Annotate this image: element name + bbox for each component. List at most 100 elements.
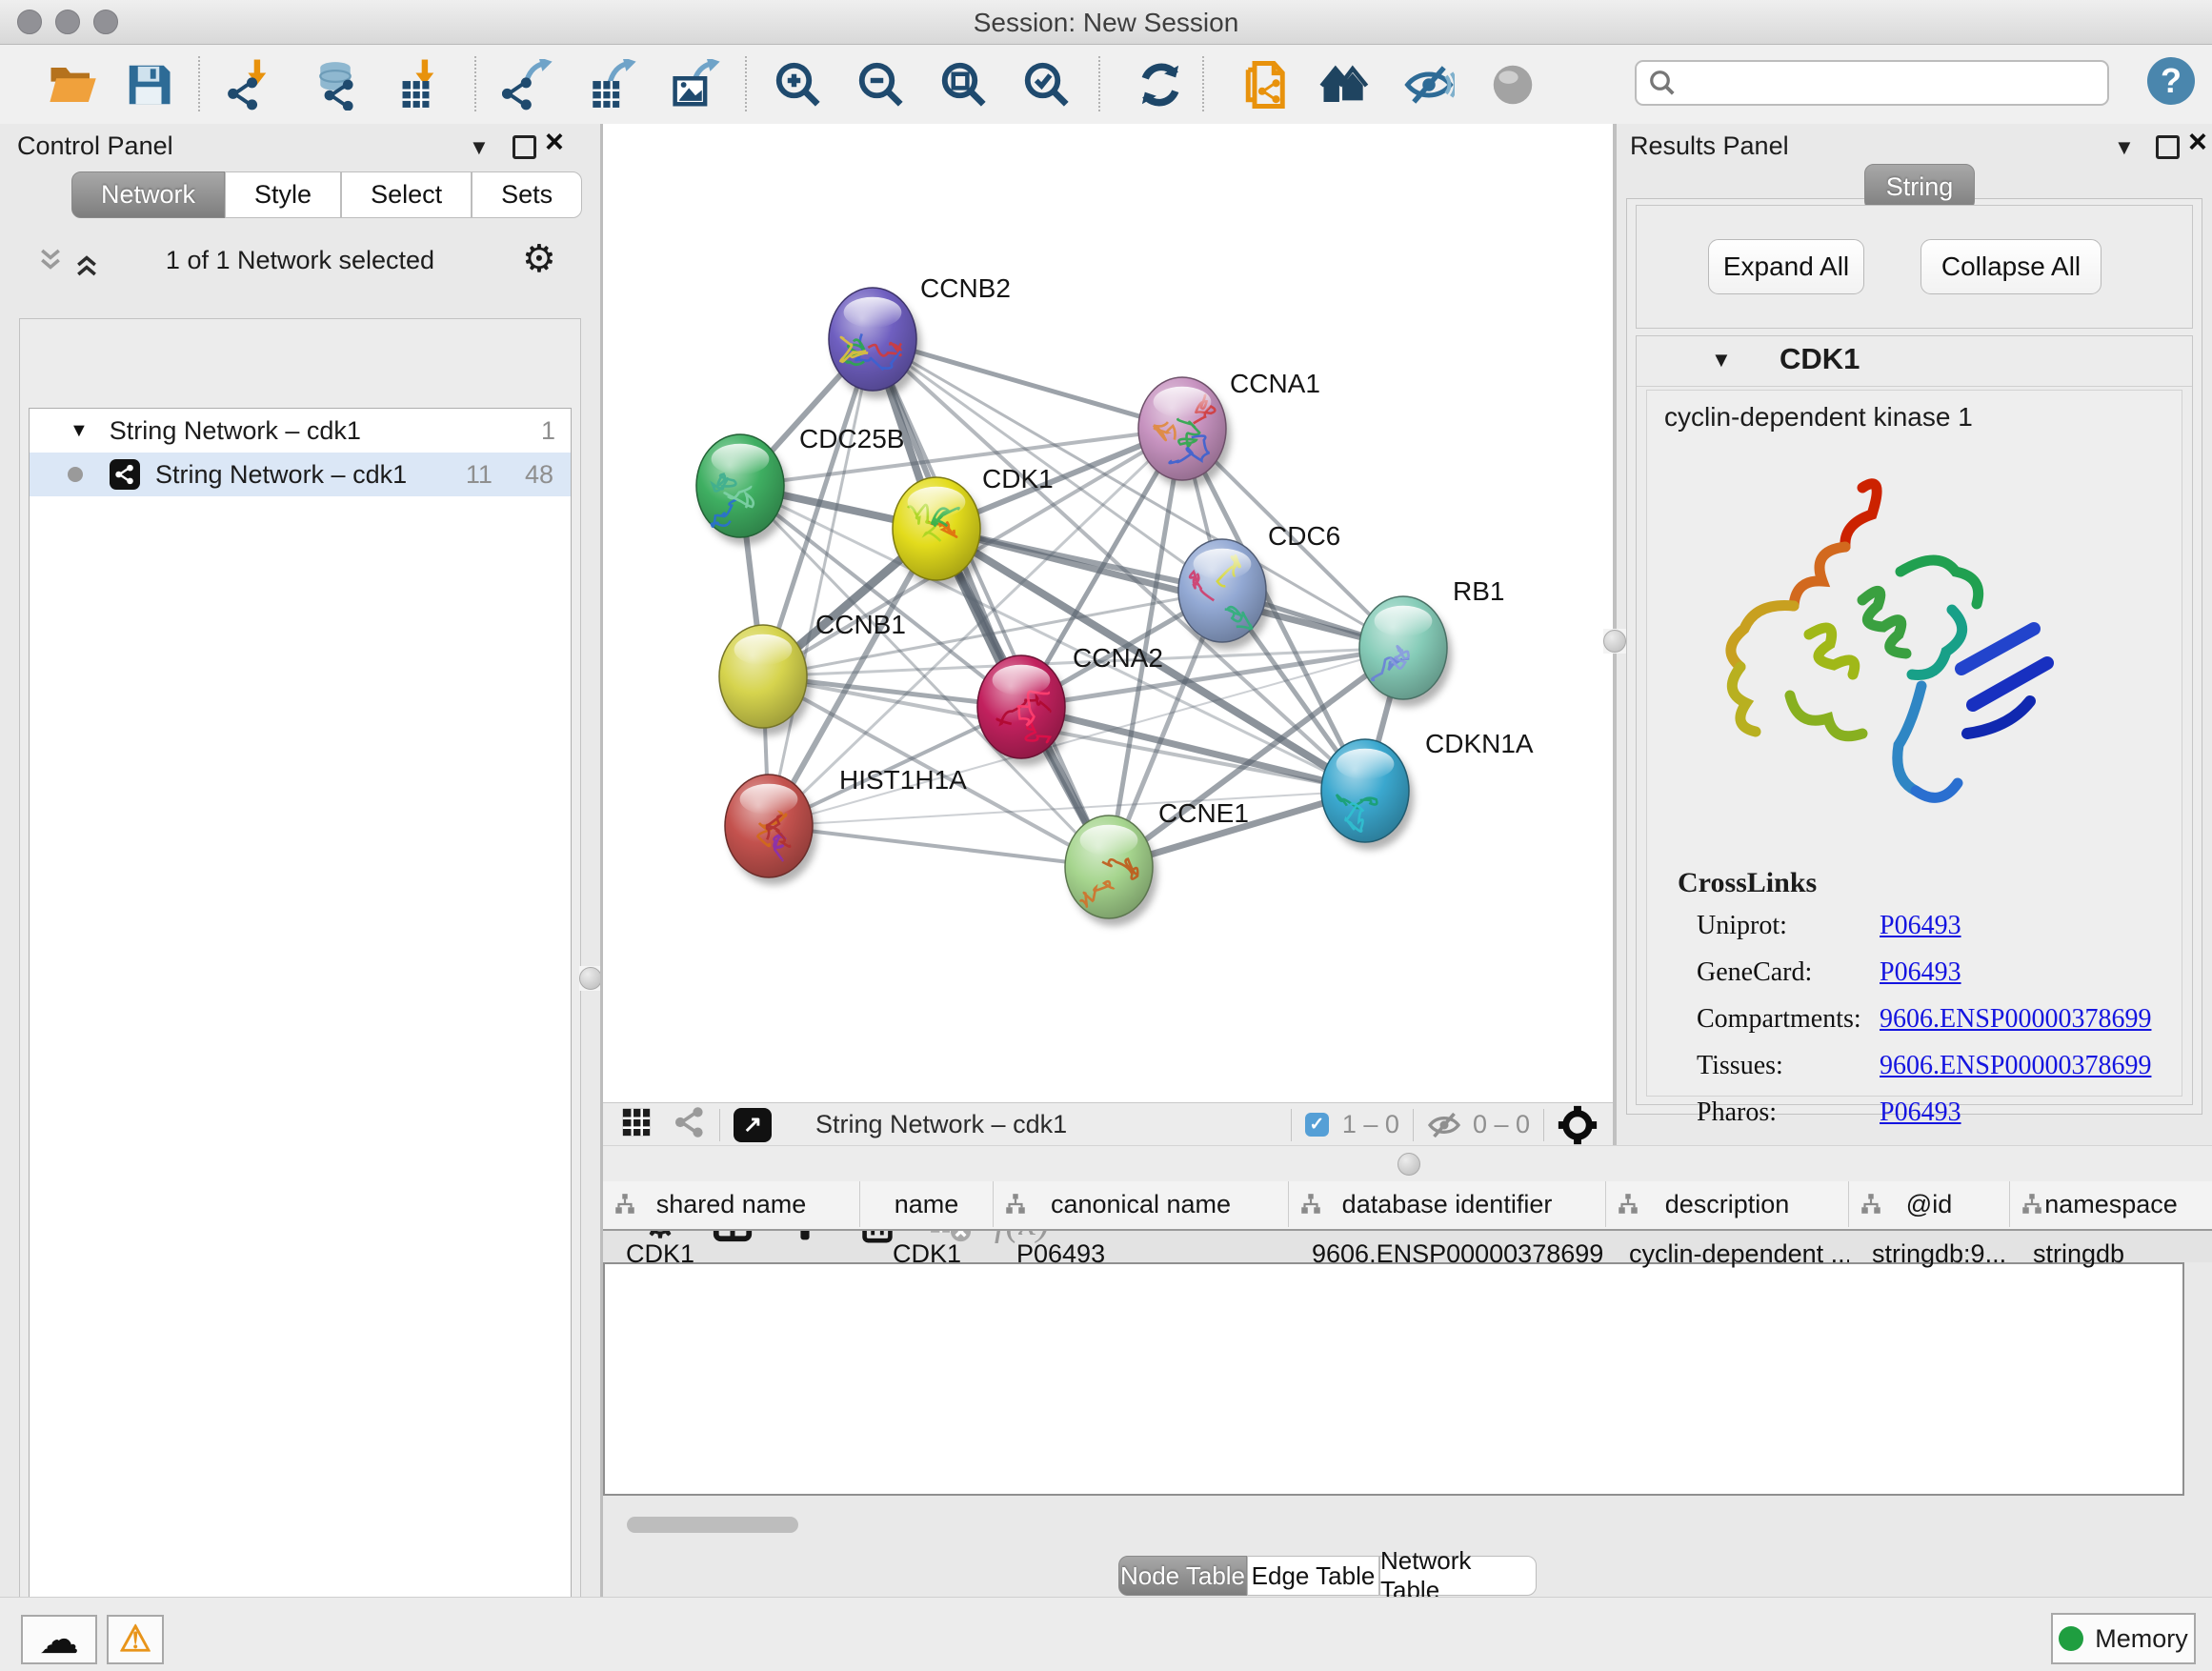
warnings-button[interactable]: ⚠ <box>107 1615 164 1664</box>
open-session-button[interactable] <box>46 58 99 111</box>
collapse-panel-icon[interactable]: ▼ <box>469 135 490 160</box>
export-table-button[interactable] <box>585 58 638 111</box>
collapse-all-networks-icon[interactable] <box>36 246 65 279</box>
crosslink-row: Tissues:9606.ENSP00000378699 <box>1697 1051 2154 1081</box>
network-canvas[interactable]: CCNB2CCNA1CDC25BCDK1CDC6RB1CCNB1CCNA2CDK… <box>603 124 1613 1102</box>
table-cell[interactable]: P06493 <box>994 1262 1289 1275</box>
search-input[interactable] <box>1677 69 2081 98</box>
memory-status-dot <box>2059 1626 2083 1651</box>
expand-all-button[interactable]: Expand All <box>1708 239 1864 294</box>
memory-button[interactable]: Memory <box>2051 1613 2196 1664</box>
cloud-status-button[interactable]: ☁ <box>21 1615 97 1664</box>
refresh-layout-button[interactable] <box>1134 58 1187 111</box>
network-node-CDK1[interactable]: CDK1 <box>893 464 1054 588</box>
splitter-handle[interactable] <box>1398 1153 1420 1176</box>
crosslink-link[interactable]: 9606.ENSP00000378699 <box>1880 1051 2151 1081</box>
toolbar-separator <box>198 56 200 111</box>
network-row-selected[interactable]: String Network – cdk1 11 48 <box>30 453 571 496</box>
crosslink-label: Tissues: <box>1697 1051 1880 1081</box>
collapse-panel-icon[interactable]: ▼ <box>2114 135 2135 160</box>
string-network-icon <box>110 459 140 490</box>
import-network-from-database-button[interactable] <box>309 58 362 111</box>
crosslink-row: GeneCard:P06493 <box>1697 957 2154 988</box>
panel-splitter-handle[interactable] <box>579 966 602 991</box>
title-bar: Session: New Session <box>0 0 2212 45</box>
show-all-button[interactable] <box>1486 58 1539 111</box>
tab-network-table[interactable]: Network Table <box>1379 1556 1537 1596</box>
table-cell[interactable]: CDK1 <box>603 1262 860 1275</box>
network-node-CDC25B[interactable]: CDC25B <box>696 424 904 545</box>
expand-collapse-strip: Expand All Collapse All <box>1636 205 2193 329</box>
crosslink-link[interactable]: 9606.ENSP00000378699 <box>1880 1004 2151 1035</box>
float-panel-icon[interactable] <box>2156 135 2180 159</box>
toolbar-separator <box>474 56 476 111</box>
selected-nodes-checkbox[interactable]: ✓ <box>1305 1113 1329 1137</box>
crosslink-row: Uniprot:P06493 <box>1697 911 2154 941</box>
float-panel-icon[interactable] <box>513 135 536 159</box>
save-session-button[interactable] <box>122 58 175 111</box>
network-node-CCNB2[interactable]: CCNB2 <box>829 273 1011 398</box>
node-label: RB1 <box>1453 576 1504 606</box>
table-cell[interactable]: stringdb:9... <box>1849 1262 2010 1275</box>
zoom-fit-button[interactable] <box>937 58 991 111</box>
tab-string[interactable]: String <box>1864 164 1975 211</box>
zoom-in-button[interactable] <box>772 58 825 111</box>
network-view-title: String Network – cdk1 <box>815 1110 1067 1139</box>
table-cell[interactable]: cyclin-dependent ... <box>1606 1262 1849 1275</box>
network-node-CCNE1[interactable]: CCNE1 <box>1065 798 1249 926</box>
table-cell[interactable]: 9606.ENSP00000378699 <box>1289 1262 1606 1275</box>
crosshair-icon[interactable] <box>1558 1105 1598 1145</box>
help-button[interactable]: ? <box>2147 57 2195 105</box>
close-panel-icon[interactable]: × <box>545 131 564 152</box>
import-network-button[interactable] <box>225 58 278 111</box>
zoom-selected-button[interactable] <box>1020 58 1074 111</box>
panel-splitter-handle[interactable] <box>1603 629 1626 654</box>
network-edge[interactable] <box>769 826 1109 867</box>
tab-style[interactable]: Style <box>225 171 341 218</box>
grid-view-button[interactable] <box>620 1106 653 1143</box>
table-cell[interactable]: stringdb <box>2010 1262 2184 1275</box>
entry-expander-icon[interactable]: ▼ <box>1711 348 1732 372</box>
horizontal-scrollbar-thumb[interactable] <box>627 1517 798 1533</box>
network-node-RB1[interactable]: RB1 <box>1359 576 1504 707</box>
network-from-file-button[interactable] <box>1237 58 1290 111</box>
crosslink-link[interactable]: P06493 <box>1880 957 1961 988</box>
network-node-HIST1H1A[interactable]: HIST1H1A <box>725 765 967 885</box>
node-table[interactable]: shared namenamecanonical namedatabase id… <box>603 1262 2184 1496</box>
network-options-gear-icon[interactable]: ⚙ <box>522 240 556 278</box>
import-table-button[interactable] <box>392 58 446 111</box>
share-view-button[interactable] <box>674 1106 706 1143</box>
first-neighbors-button[interactable] <box>1318 58 1372 111</box>
network-list: ▼ String Network – cdk1 1 String Network… <box>29 408 572 1671</box>
tab-select[interactable]: Select <box>341 171 472 218</box>
search-box[interactable] <box>1635 60 2109 106</box>
node-label: CCNB1 <box>815 610 906 639</box>
export-image-button[interactable] <box>669 58 722 111</box>
table-cell[interactable]: CDK1 <box>860 1262 994 1275</box>
crosslink-link[interactable]: P06493 <box>1880 911 1961 941</box>
birdseye-view-button[interactable]: ↗ <box>734 1108 772 1142</box>
tab-node-table[interactable]: Node Table <box>1118 1556 1247 1596</box>
collapse-all-button[interactable]: Collapse All <box>1920 239 2101 294</box>
crosslinks-title: CrossLinks <box>1678 867 1817 899</box>
export-network-button[interactable] <box>501 58 554 111</box>
toolbar-separator <box>745 56 747 111</box>
network-node-CDC6[interactable]: CDC6 <box>1178 521 1340 650</box>
network-node-CCNA1[interactable]: CCNA1 <box>1138 369 1320 488</box>
crosslink-link[interactable]: P06493 <box>1880 1097 1961 1128</box>
close-panel-icon[interactable]: × <box>2188 131 2207 152</box>
node-entry-header[interactable]: ▼ CDK1 <box>1637 336 2192 387</box>
horizontal-splitter[interactable] <box>603 1145 2212 1182</box>
network-edge[interactable] <box>769 339 873 826</box>
tab-edge-table[interactable]: Edge Table <box>1247 1556 1379 1596</box>
node-label: CDKN1A <box>1425 729 1534 758</box>
network-collection-row[interactable]: ▼ String Network – cdk1 1 <box>30 409 571 453</box>
tree-expander-icon[interactable]: ▼ <box>70 420 89 442</box>
node-entry-body: cyclin-dependent kinase 1 <box>1646 390 2182 1097</box>
tab-sets[interactable]: Sets <box>472 171 582 218</box>
tab-network[interactable]: Network <box>71 171 225 218</box>
zoom-out-button[interactable] <box>855 58 908 111</box>
expand-all-networks-icon[interactable] <box>72 246 101 279</box>
hide-selected-button[interactable] <box>1402 58 1456 111</box>
network-node-CDKN1A[interactable]: CDKN1A <box>1321 729 1534 850</box>
